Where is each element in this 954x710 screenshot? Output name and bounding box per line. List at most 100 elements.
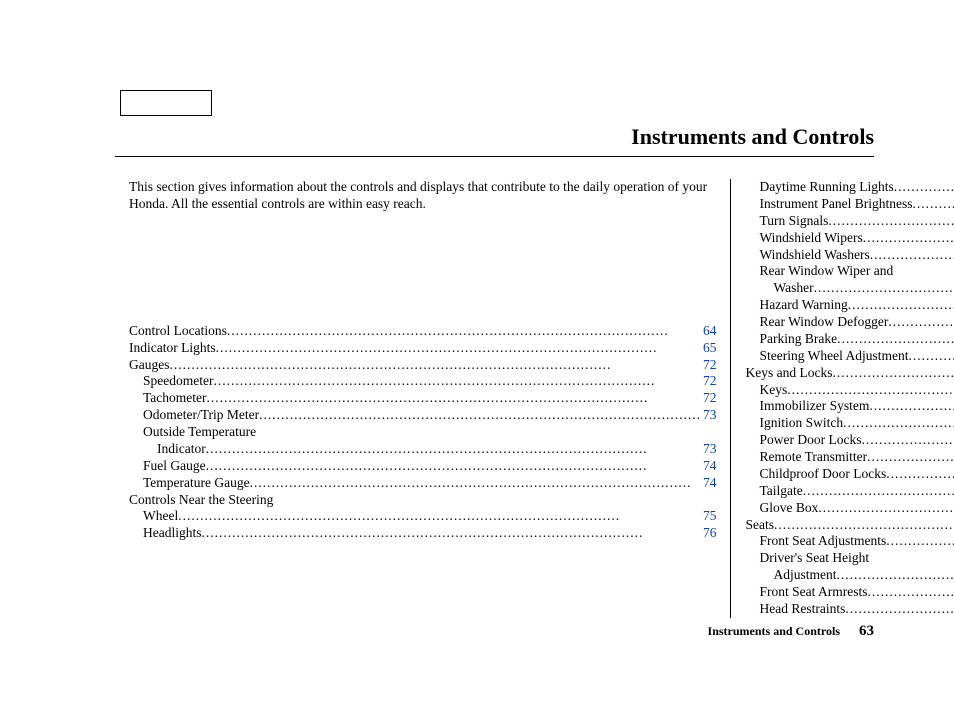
toc-leader-dots xyxy=(828,213,954,230)
toc-entry[interactable]: Glove Box 96 xyxy=(745,500,954,517)
toc-page-number[interactable]: 72 xyxy=(701,357,717,374)
toc-label: Tachometer xyxy=(129,390,207,407)
toc-page-number[interactable]: 73 xyxy=(701,441,717,458)
toc-label: Control Locations xyxy=(129,323,227,340)
toc-page-number[interactable]: 74 xyxy=(701,458,717,475)
toc-entry[interactable]: Control Locations 64 xyxy=(129,323,716,340)
toc-entry[interactable]: Indicator Lights 65 xyxy=(129,340,716,357)
toc-leader-dots xyxy=(814,280,954,297)
toc-label: Keys xyxy=(745,382,787,399)
toc-entry[interactable]: Gauges 72 xyxy=(129,357,716,374)
toc-page-number[interactable]: 72 xyxy=(701,390,717,407)
toc-entry[interactable]: Keys and Locks 84 xyxy=(745,365,954,382)
toc-label: Front Seat Armrests xyxy=(745,584,867,601)
toc-leader-dots xyxy=(837,331,954,348)
toc-label: Front Seat Adjustments xyxy=(745,533,886,550)
toc-entry[interactable]: Daytime Running Lights 77 xyxy=(745,179,954,196)
toc-entry[interactable]: Parking Brake 82 xyxy=(745,331,954,348)
toc-entry[interactable]: Hazard Warning 81 xyxy=(745,297,954,314)
chapter-title: Instruments and Controls xyxy=(115,124,874,150)
toc-leader-dots xyxy=(216,340,701,357)
toc-page-number[interactable]: 64 xyxy=(701,323,717,340)
toc-entry[interactable]: Head Restraints 99 xyxy=(745,601,954,618)
toc-entry[interactable]: Windshield Wipers 78 xyxy=(745,230,954,247)
toc-entry[interactable]: Childproof Door Locks 93 xyxy=(745,466,954,483)
toc-label: Keys and Locks xyxy=(745,365,832,382)
toc-label: Windshield Washers xyxy=(745,247,869,264)
toc-label: Turn Signals xyxy=(745,213,828,230)
toc-label: Indicator Lights xyxy=(129,340,216,357)
toc-leader-dots xyxy=(207,390,701,407)
toc-entry[interactable]: Tailgate 93 xyxy=(745,483,954,500)
toc-leader-dots xyxy=(861,432,954,449)
toc-label: Driver's Seat Height xyxy=(745,550,869,567)
toc-leader-dots xyxy=(259,407,701,424)
toc-entry: Driver's Seat Height xyxy=(745,550,954,567)
toc-page-number[interactable]: 76 xyxy=(701,525,717,542)
toc-entry[interactable]: Headlights 76 xyxy=(129,525,716,542)
toc-entry[interactable]: Power Door Locks 88 xyxy=(745,432,954,449)
toc-label: Ignition Switch xyxy=(745,415,843,432)
toc-entry[interactable]: Washer 80 xyxy=(745,280,954,297)
toc-entry[interactable]: Odometer/Trip Meter 73 xyxy=(129,407,716,424)
toc-label: Temperature Gauge xyxy=(129,475,250,492)
toc-leader-dots xyxy=(202,525,701,542)
toc-page-number[interactable]: 75 xyxy=(701,508,717,525)
toc-entry[interactable]: Front Seat Armrests 98 xyxy=(745,584,954,601)
toc-leader-dots xyxy=(170,357,701,374)
toc-leader-dots xyxy=(863,230,954,247)
toc-leader-dots xyxy=(888,314,954,331)
toc-entry[interactable]: Wheel 75 xyxy=(129,508,716,525)
toc-entry: Outside Temperature xyxy=(129,424,716,441)
toc-leader-dots xyxy=(818,500,954,517)
toc-leader-dots xyxy=(869,398,954,415)
toc-label: Steering Wheel Adjustment xyxy=(745,348,908,365)
toc-entry[interactable]: Temperature Gauge 74 xyxy=(129,475,716,492)
toc-entry[interactable]: Steering Wheel Adjustment 83 xyxy=(745,348,954,365)
toc-label: Rear Window Defogger xyxy=(745,314,888,331)
empty-box xyxy=(120,90,212,116)
toc-entry[interactable]: Front Seat Adjustments 97 xyxy=(745,533,954,550)
toc-label: Remote Transmitter xyxy=(745,449,867,466)
toc-entry[interactable]: Turn Signals 77 xyxy=(745,213,954,230)
toc-leader-dots xyxy=(774,517,954,534)
toc-leader-dots xyxy=(908,348,954,365)
toc-entry[interactable]: Rear Window Defogger 81 xyxy=(745,314,954,331)
toc-label: Headlights xyxy=(129,525,202,542)
toc-leader-dots xyxy=(206,458,701,475)
toc-page-number[interactable]: 73 xyxy=(701,407,717,424)
toc-entry[interactable]: Seats 97 xyxy=(745,517,954,534)
toc-entry[interactable]: Indicator 73 xyxy=(129,441,716,458)
toc-page-number[interactable]: 72 xyxy=(701,373,717,390)
column-1: This section gives information about the… xyxy=(115,179,730,618)
title-rule xyxy=(115,156,874,157)
toc-entry[interactable]: Remote Transmitter 89 xyxy=(745,449,954,466)
toc-page-number[interactable]: 65 xyxy=(701,340,717,357)
toc-leader-dots xyxy=(206,441,701,458)
toc-label: Power Door Locks xyxy=(745,432,861,449)
toc-entry[interactable]: Adjustment 98 xyxy=(745,567,954,584)
toc-leader-dots xyxy=(867,584,954,601)
toc-entry[interactable]: Speedometer 72 xyxy=(129,373,716,390)
toc-entry[interactable]: Instrument Panel Brightness 77 xyxy=(745,196,954,213)
toc-entry[interactable]: Fuel Gauge 74 xyxy=(129,458,716,475)
toc-entry[interactable]: Keys 84 xyxy=(745,382,954,399)
footer-page-number: 63 xyxy=(859,623,874,639)
toc-leader-dots xyxy=(787,382,954,399)
toc-entry[interactable]: Ignition Switch 86 xyxy=(745,415,954,432)
toc-label: Windshield Wipers xyxy=(745,230,862,247)
toc-label: Indicator xyxy=(129,441,206,458)
toc-entry[interactable]: Immobilizer System 85 xyxy=(745,398,954,415)
toc-page-number[interactable]: 74 xyxy=(701,475,717,492)
toc-entry[interactable]: Windshield Washers 79 xyxy=(745,247,954,264)
toc-label: Instrument Panel Brightness xyxy=(745,196,912,213)
toc-leader-dots xyxy=(832,365,954,382)
toc-label: Parking Brake xyxy=(745,331,837,348)
toc-leader-dots xyxy=(213,373,701,390)
toc-entry[interactable]: Tachometer 72 xyxy=(129,390,716,407)
intro-text: This section gives information about the… xyxy=(129,179,716,213)
toc-label: Glove Box xyxy=(745,500,818,517)
toc-label: Outside Temperature xyxy=(129,424,256,441)
toc-columns: This section gives information about the… xyxy=(115,179,874,618)
toc-leader-dots xyxy=(848,297,954,314)
